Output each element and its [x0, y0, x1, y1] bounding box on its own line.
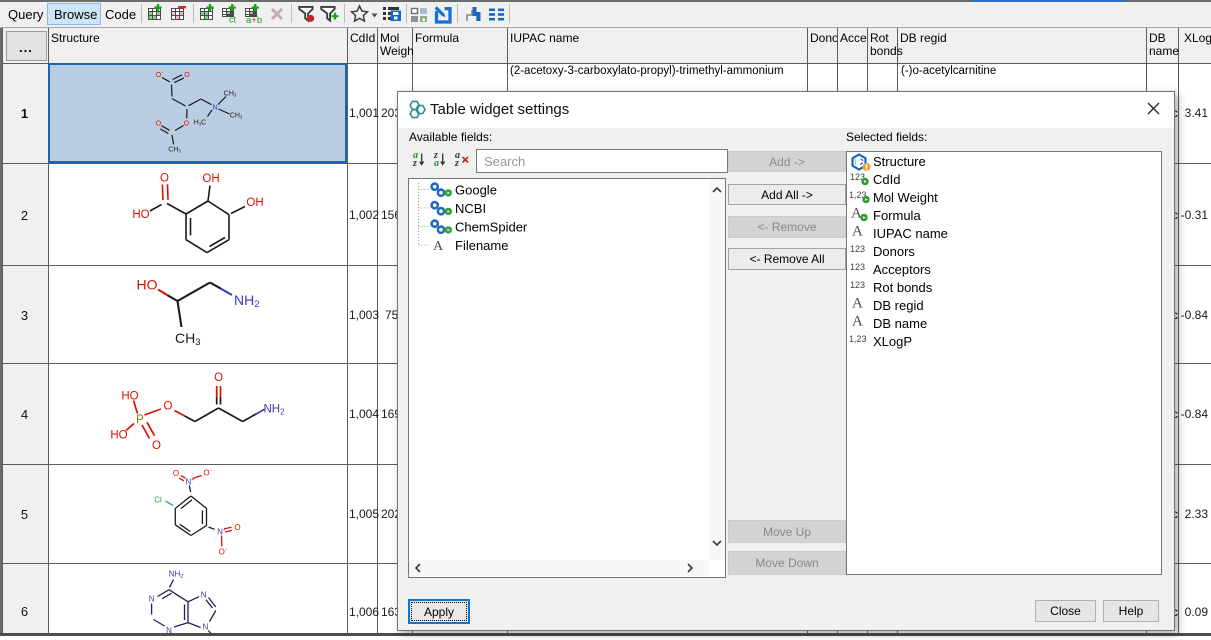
svg-text:-: -: [162, 70, 164, 75]
svg-text:N: N: [201, 591, 207, 600]
svg-text:NH2: NH2: [263, 404, 285, 417]
svg-text:-: -: [225, 547, 227, 553]
svg-text:O: O: [184, 121, 190, 128]
svg-text:Filename: Filename: [455, 238, 508, 253]
svg-text:Structure: Structure: [873, 154, 926, 169]
svg-text:ChemSpider: ChemSpider: [455, 220, 528, 235]
svg-text:z: z: [454, 158, 459, 167]
svg-text:a+b: a+b: [246, 15, 262, 25]
svg-text:CH3: CH3: [168, 147, 181, 154]
svg-text:O: O: [234, 523, 240, 532]
svg-text:HO: HO: [132, 209, 149, 221]
svg-text:DB name: DB name: [873, 316, 927, 331]
svg-text:Donors: Donors: [873, 244, 915, 259]
svg-text:OH: OH: [202, 173, 219, 185]
svg-text:O: O: [184, 72, 190, 79]
svg-text:NH2: NH2: [169, 570, 184, 581]
svg-text:CH3: CH3: [175, 330, 201, 348]
svg-text:DB regid: DB regid: [873, 298, 924, 313]
svg-text:O: O: [219, 548, 225, 557]
svg-text:H3C: H3C: [194, 120, 206, 127]
svg-text:-: -: [210, 468, 212, 474]
svg-text:HO: HO: [137, 277, 158, 293]
svg-text:+: +: [223, 527, 226, 533]
svg-text:OH: OH: [246, 197, 263, 209]
svg-text:+: +: [191, 477, 194, 483]
svg-text:O: O: [203, 469, 209, 478]
svg-text:+: +: [218, 102, 221, 107]
svg-text:CdId: CdId: [873, 172, 900, 187]
svg-text:O: O: [173, 469, 179, 478]
svg-text:IUPAC name: IUPAC name: [873, 226, 948, 241]
svg-text:NCBI: NCBI: [455, 201, 486, 216]
svg-text:ct: ct: [229, 15, 237, 25]
svg-text:O: O: [164, 401, 173, 413]
svg-text:Rot bonds: Rot bonds: [873, 280, 933, 295]
svg-text:N: N: [203, 623, 209, 632]
svg-text:CH3: CH3: [224, 91, 237, 98]
svg-text:O: O: [214, 372, 223, 384]
svg-text:HO: HO: [121, 391, 138, 403]
svg-text:O: O: [156, 121, 162, 128]
svg-text:HO: HO: [110, 430, 127, 442]
svg-text:z: z: [412, 158, 417, 167]
svg-text:CH3: CH3: [230, 113, 243, 120]
svg-text:Acceptors: Acceptors: [873, 262, 931, 277]
svg-text:N: N: [166, 626, 172, 633]
svg-text:Cl: Cl: [154, 496, 162, 505]
svg-text:A: A: [433, 239, 444, 254]
svg-text:XLogP: XLogP: [873, 334, 912, 349]
svg-text:O: O: [152, 440, 161, 452]
svg-text:P: P: [136, 414, 144, 426]
svg-text:N: N: [149, 595, 155, 604]
svg-text:Formula: Formula: [873, 208, 921, 223]
svg-text:Mol Weight: Mol Weight: [873, 190, 938, 205]
svg-text:Google: Google: [455, 183, 497, 198]
svg-text:.: .: [180, 469, 182, 475]
svg-text:O: O: [160, 173, 169, 185]
svg-text:a: a: [434, 158, 439, 167]
svg-text:NH2: NH2: [234, 292, 260, 310]
